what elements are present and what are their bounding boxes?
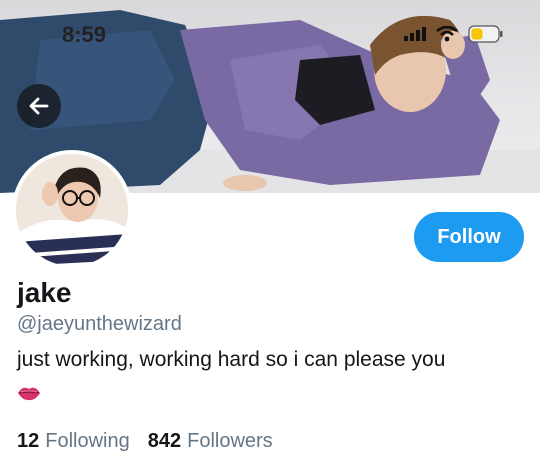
avatar-photo <box>16 154 128 266</box>
signal-icon <box>404 27 426 41</box>
following-stat[interactable]: 12 Following <box>17 430 130 453</box>
back-arrow-icon <box>29 97 49 115</box>
followers-count: 842 <box>147 430 182 452</box>
wifi-icon <box>436 26 458 42</box>
lips-emoji-icon <box>18 387 40 401</box>
follow-stats: 12 Following 842 Followers <box>17 430 273 453</box>
status-time: 8:59 <box>62 22 107 47</box>
bio-text: just working, working hard so i can plea… <box>17 348 446 371</box>
back-button[interactable] <box>17 84 61 128</box>
followers-stat[interactable]: 842 Followers <box>148 430 273 453</box>
following-count: 12 <box>17 430 40 452</box>
display-name: jake <box>17 277 72 308</box>
status-icons <box>404 25 504 43</box>
avatar[interactable] <box>12 150 132 270</box>
following-label: Following <box>45 430 130 452</box>
followers-label: Followers <box>187 430 273 452</box>
follow-button[interactable]: Follow <box>414 212 524 262</box>
user-handle: @jaeyunthewizard <box>17 313 182 335</box>
battery-icon <box>468 25 503 43</box>
status-bar: 8:59 <box>0 0 540 60</box>
